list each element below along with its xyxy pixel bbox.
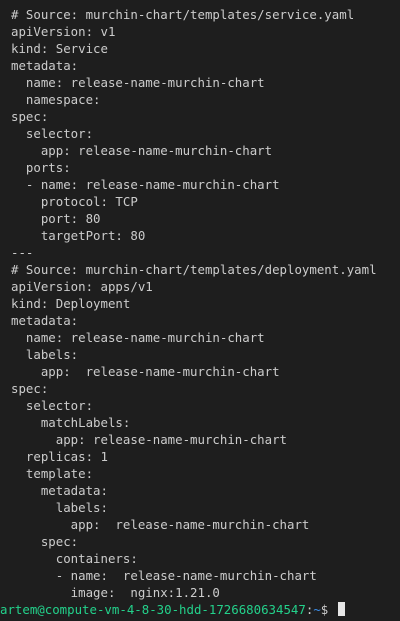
output-line: targetPort: 80 (11, 228, 146, 243)
output-line: name: release-name-murchin-chart (11, 75, 265, 90)
output-line: containers: (11, 551, 138, 566)
output-line: metadata: (11, 313, 79, 328)
terminal-output: # Source: murchin-chart/templates/servic… (11, 6, 400, 601)
output-line: app: release-name-murchin-chart (11, 517, 310, 532)
output-line: matchLabels: (11, 415, 131, 430)
output-line: --- (11, 245, 34, 260)
output-line: ports: (11, 160, 71, 175)
output-line: # Source: murchin-chart/templates/deploy… (11, 262, 377, 277)
output-line: namespace: (11, 92, 101, 107)
prompt-path: ~ (313, 602, 321, 617)
terminal-window[interactable]: # Source: murchin-chart/templates/servic… (0, 0, 400, 621)
output-line: spec: (11, 534, 79, 549)
output-line: labels: (11, 347, 79, 362)
output-line: app: release-name-murchin-chart (11, 364, 280, 379)
output-line: kind: Service (11, 41, 108, 56)
output-line: app: release-name-murchin-chart (11, 432, 288, 447)
text-cursor[interactable] (337, 602, 345, 616)
output-line: template: (11, 466, 94, 481)
output-line: apiVersion: v1 (11, 24, 116, 39)
command-prompt[interactable]: artem@compute-vm-4-8-30-hdd-172668063454… (0, 601, 400, 618)
output-line: spec: (11, 109, 49, 124)
output-line: spec: (11, 381, 49, 396)
output-line: - name: release-name-murchin-chart (11, 177, 280, 192)
output-line: metadata: (11, 58, 79, 73)
output-line: # Source: murchin-chart/templates/servic… (11, 7, 355, 22)
output-line: apiVersion: apps/v1 (11, 279, 153, 294)
output-line: app: release-name-murchin-chart (11, 143, 273, 158)
output-line: - name: release-name-murchin-chart (11, 568, 317, 583)
output-line: labels: (11, 500, 108, 515)
output-line: protocol: TCP (11, 194, 138, 209)
output-line: kind: Deployment (11, 296, 131, 311)
output-line: selector: (11, 398, 94, 413)
prompt-user-host: artem@compute-vm-4-8-30-hdd-172668063454… (0, 602, 306, 617)
output-line: port: 80 (11, 211, 101, 226)
output-line: name: release-name-murchin-chart (11, 330, 265, 345)
prompt-symbol: $ (320, 602, 336, 617)
output-line: selector: (11, 126, 94, 141)
output-line: image: nginx:1.21.0 (11, 585, 220, 600)
output-line: metadata: (11, 483, 108, 498)
output-line: replicas: 1 (11, 449, 108, 464)
